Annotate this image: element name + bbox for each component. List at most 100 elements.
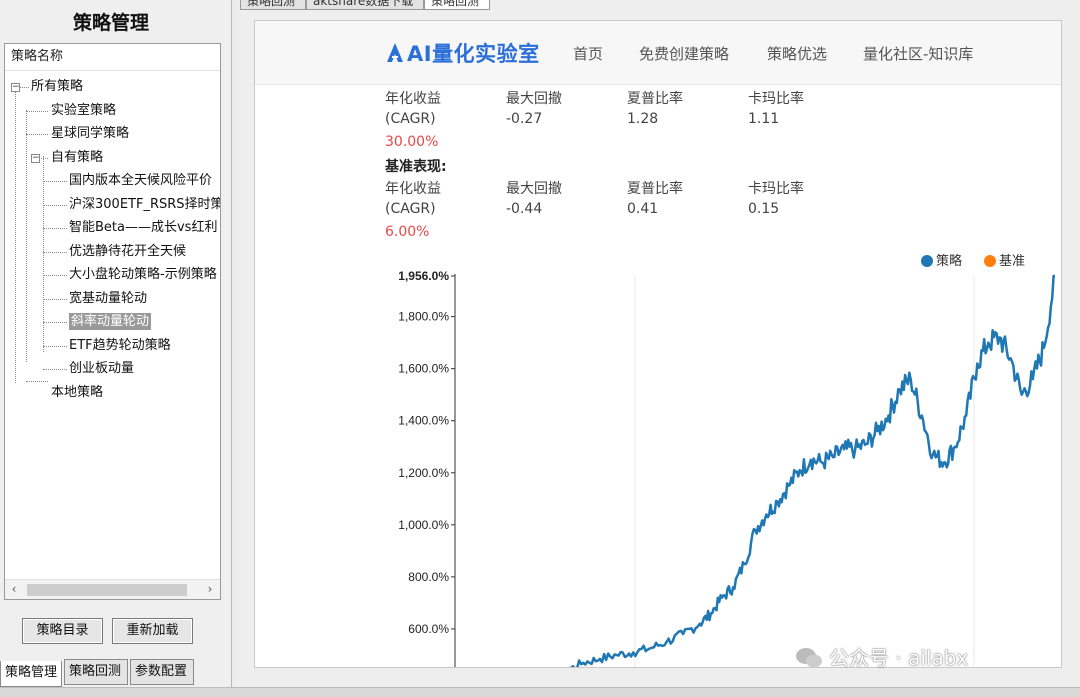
status-bar bbox=[0, 687, 1080, 697]
logo-text: AI量化实验室 bbox=[407, 42, 540, 66]
y-tick-label: 800.0% bbox=[408, 570, 449, 584]
tree-item-label: 实验室策略 bbox=[51, 102, 117, 118]
tree-item[interactable]: 大小盘轮动策略-示例策略 bbox=[69, 264, 220, 286]
bench-value-maxdd: -0.44 bbox=[506, 201, 543, 217]
equity-curve-chart[interactable]: 1,956.0% 1,800.0% 1,600.0% 1,400.0% 1,200.0%… bbox=[355, 261, 1062, 668]
tree-connector-line bbox=[43, 275, 67, 276]
tree-item-label: 星球同学策略 bbox=[51, 126, 130, 141]
nav-create-strategy[interactable]: 免费创建策略 bbox=[639, 43, 729, 64]
y-tick-label: 1,800.0% bbox=[398, 310, 449, 324]
tree-connector-line bbox=[26, 110, 27, 362]
metric-value-cagr: 30.00% bbox=[385, 134, 439, 150]
tree-connector-line bbox=[19, 87, 29, 88]
panel-title: 策略管理 bbox=[72, 12, 149, 34]
nav-strategy-picks[interactable]: 策略优选 bbox=[767, 43, 827, 64]
metric-value-sharpe: 1.28 bbox=[627, 111, 659, 127]
tree-connector-line bbox=[43, 369, 67, 370]
tree-item[interactable]: 国内版本全天候风险平价 bbox=[69, 170, 220, 192]
benchmark-title: 基准表现: bbox=[385, 159, 447, 175]
y-tick-label: 1,000.0% bbox=[398, 518, 449, 532]
tree-item-label: 宽基动量轮动 bbox=[69, 290, 148, 306]
tab-parameter-config[interactable]: 参数配置 bbox=[130, 659, 194, 685]
strategy-catalog-button[interactable]: 策略目录 bbox=[22, 618, 103, 644]
bench-label-calmar: 卡玛比率 bbox=[748, 181, 804, 197]
site-logo[interactable]: AI量化实验室 bbox=[385, 38, 540, 68]
collapse-icon[interactable]: − bbox=[11, 83, 20, 92]
bottom-tab-bar: 策略管理 策略回测 参数配置 bbox=[0, 657, 232, 687]
report-webview: AI量化实验室 首页 免费创建策略 策略优选 量化社区-知识库 年化收益 最大回… bbox=[254, 20, 1062, 668]
tree-item[interactable]: 斜率动量轮动 bbox=[69, 311, 220, 333]
tree-connector-line bbox=[43, 322, 67, 323]
tree-item[interactable]: 智能Beta——成长vs红利 bbox=[69, 217, 220, 239]
tree-item[interactable]: 自有策略 bbox=[51, 147, 220, 169]
horizontal-scrollbar[interactable]: ‹ › bbox=[5, 579, 220, 599]
metric-value-calmar: 1.11 bbox=[748, 111, 780, 127]
strategy-tree: 所有策略 − 实验室策略星球同学策略 自有策略 − 国内版本全天候风险平价 沪深300ETF… bbox=[5, 74, 220, 574]
tree-item-label: 斜率动量轮动 bbox=[69, 313, 152, 330]
tree-connector-line bbox=[26, 111, 48, 112]
tree-connector-line bbox=[26, 381, 48, 382]
tree-item[interactable]: 沪深300ETF_RSRS择时策 bbox=[69, 194, 220, 216]
tree-item-label: 所有策略 bbox=[31, 79, 84, 94]
metric-label-sharpe: 夏普比率 bbox=[627, 91, 683, 107]
watermark: 公众号 · ailabx bbox=[795, 642, 968, 671]
watermark-text: 公众号 · ailabx bbox=[829, 646, 969, 670]
tree-item[interactable]: 所有策略 bbox=[31, 76, 220, 98]
tree-connector-line bbox=[43, 298, 67, 300]
tree-connector-line bbox=[43, 181, 67, 182]
metric-value-maxdd: -0.27 bbox=[506, 111, 543, 127]
site-navbar: AI量化实验室 首页 免费创建策略 策略优选 量化社区-知识库 bbox=[255, 21, 1061, 85]
tree-item[interactable]: 优选静待花开全天候 bbox=[69, 241, 220, 263]
y-tick-label: 1,600.0% bbox=[398, 362, 449, 376]
nav-community[interactable]: 量化社区-知识库 bbox=[863, 43, 973, 64]
tree-connector-line bbox=[15, 86, 16, 383]
bench-label-sharpe: 夏普比率 bbox=[627, 181, 683, 197]
tree-item[interactable]: 本地策略 bbox=[51, 382, 220, 404]
tree-item[interactable]: 创业板动量 bbox=[69, 358, 220, 380]
metric-label-maxdd: 最大回撤 bbox=[506, 91, 562, 107]
tab-backtest[interactable]: 策略回测 bbox=[240, 0, 306, 10]
scroll-left-icon[interactable]: ‹ bbox=[7, 582, 21, 596]
tab-backtest-result[interactable]: 策略回测 bbox=[424, 0, 490, 10]
tree-item[interactable]: 星球同学策略 bbox=[51, 123, 220, 145]
nav-home[interactable]: 首页 bbox=[573, 43, 603, 64]
collapse-icon[interactable]: − bbox=[31, 153, 40, 163]
tree-item-label: 大小盘轮动策略-示例策略 bbox=[69, 267, 217, 282]
strategy-tree-box: 策略名称 所有策略 − 实验室策略星球同学策略 自有策略 − 国内版本全天候风险平价 沪深3… bbox=[4, 43, 221, 600]
tab-strategy-backtest[interactable]: 策略回测 bbox=[64, 659, 128, 685]
bench-value-calmar: 0.15 bbox=[748, 201, 780, 217]
scroll-right-icon[interactable]: › bbox=[203, 582, 217, 596]
y-tick-label: 1,200.0% bbox=[398, 466, 449, 480]
tree-item[interactable]: ETF趋势轮动策略 bbox=[69, 335, 220, 357]
bench-label-cagr-abbr: (CAGR) bbox=[385, 201, 436, 217]
bench-label-cagr: 年化收益 bbox=[385, 181, 441, 197]
tree-connector-line bbox=[43, 204, 67, 206]
y-tick-label: 600.0% bbox=[408, 622, 449, 636]
tree-item-label: ETF趋势轮动策略 bbox=[69, 337, 171, 353]
tree-column-header[interactable]: 策略名称 bbox=[5, 44, 220, 71]
main-content-panel: 策略回测 aktshare数据下载 策略回测 AI量化实验室 首页 免费创建策略… bbox=[236, 0, 1080, 697]
tree-connector-line bbox=[43, 228, 67, 229]
tree-connector-line bbox=[43, 345, 67, 347]
metric-label-cagr: 年化收益 bbox=[385, 91, 441, 107]
y-tick-label: 1,956.0% bbox=[398, 269, 449, 283]
tree-connector-line bbox=[26, 134, 48, 135]
tab-aktshare-download[interactable]: aktshare数据下载 bbox=[306, 0, 424, 10]
tree-item[interactable]: 宽基动量轮动 bbox=[69, 288, 220, 310]
reload-button[interactable]: 重新加载 bbox=[112, 618, 193, 644]
metric-label-calmar: 卡玛比率 bbox=[748, 91, 804, 107]
tree-item-label: 本地策略 bbox=[51, 384, 104, 400]
tree-item[interactable]: 实验室策略 bbox=[51, 100, 220, 122]
scroll-thumb[interactable] bbox=[27, 584, 187, 596]
tab-strategy-manager[interactable]: 策略管理 bbox=[0, 661, 62, 687]
bench-label-maxdd: 最大回撤 bbox=[506, 181, 562, 197]
tree-item-label: 智能Beta——成长vs红利 bbox=[69, 220, 218, 235]
bench-value-sharpe: 0.41 bbox=[627, 201, 659, 217]
tree-item-label: 优选静待花开全天候 bbox=[69, 243, 187, 259]
tree-item-label: 自有策略 bbox=[51, 149, 104, 165]
strategy-manager-panel: 策略管理 策略名称 所有策略 − 实验室策略星球同学策略 自有策略 − 国内版本全天候风险… bbox=[0, 0, 232, 697]
tree-item-label: 沪深300ETF_RSRS择时策 bbox=[69, 196, 220, 212]
top-tab-bar: 策略回测 aktshare数据下载 策略回测 bbox=[236, 0, 1080, 10]
strategy-series-line bbox=[570, 274, 1055, 667]
tree-item-label: 国内版本全天候风险平价 bbox=[69, 173, 213, 188]
